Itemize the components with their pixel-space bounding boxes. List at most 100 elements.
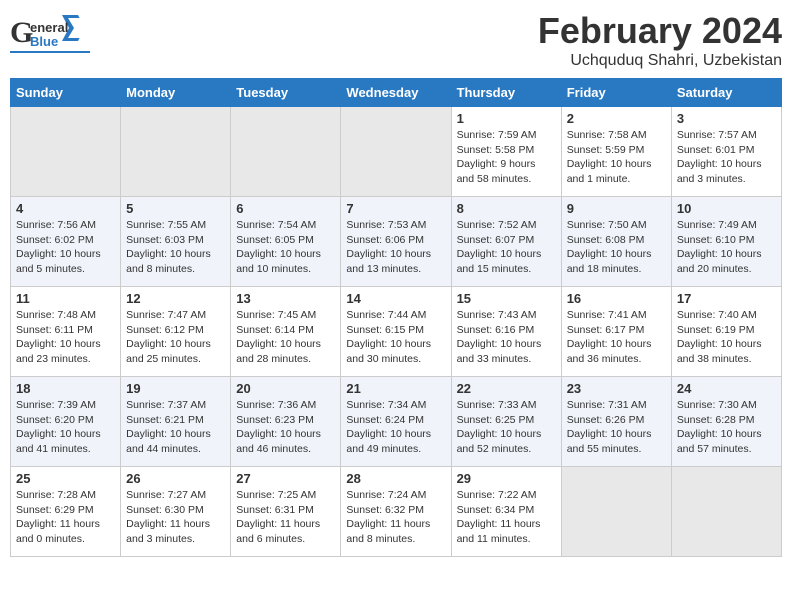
col-friday: Friday <box>561 79 671 107</box>
calendar-week-row: 18 Sunrise: 7:39 AMSunset: 6:20 PMDayligh… <box>11 377 782 467</box>
table-row: 12 Sunrise: 7:47 AMSunset: 6:12 PMDayligh… <box>121 287 231 377</box>
table-row: 28 Sunrise: 7:24 AMSunset: 6:32 PMDayligh… <box>341 467 451 557</box>
day-info: Sunrise: 7:49 AMSunset: 6:10 PMDaylight:… <box>677 218 776 277</box>
table-row: 13 Sunrise: 7:45 AMSunset: 6:14 PMDayligh… <box>231 287 341 377</box>
day-number: 3 <box>677 111 776 126</box>
day-info: Sunrise: 7:45 AMSunset: 6:14 PMDaylight:… <box>236 308 335 367</box>
day-info: Sunrise: 7:27 AMSunset: 6:30 PMDaylight:… <box>126 488 225 547</box>
day-number: 27 <box>236 471 335 486</box>
day-number: 18 <box>16 381 115 396</box>
table-row: 4 Sunrise: 7:56 AMSunset: 6:02 PMDaylight… <box>11 197 121 287</box>
day-number: 13 <box>236 291 335 306</box>
day-info: Sunrise: 7:47 AMSunset: 6:12 PMDaylight:… <box>126 308 225 367</box>
col-tuesday: Tuesday <box>231 79 341 107</box>
header: G eneral Blue February 2024 Uchquduq Sha… <box>10 10 782 70</box>
table-row: 3 Sunrise: 7:57 AMSunset: 6:01 PMDaylight… <box>671 107 781 197</box>
table-row: 2Sunrise: 7:58 AMSunset: 5:59 PMDaylight… <box>561 107 671 197</box>
svg-text:eneral: eneral <box>30 20 68 35</box>
day-number: 5 <box>126 201 225 216</box>
table-row: 6 Sunrise: 7:54 AMSunset: 6:05 PMDaylight… <box>231 197 341 287</box>
logo: G eneral Blue <box>10 10 90 53</box>
calendar-week-row: 4 Sunrise: 7:56 AMSunset: 6:02 PMDaylight… <box>11 197 782 287</box>
day-number: 23 <box>567 381 666 396</box>
day-info: Sunrise: 7:52 AMSunset: 6:07 PMDaylight:… <box>457 218 556 277</box>
day-info: Sunrise: 7:34 AMSunset: 6:24 PMDaylight:… <box>346 398 445 457</box>
day-info: Sunrise: 7:39 AMSunset: 6:20 PMDaylight:… <box>16 398 115 457</box>
table-row: 26 Sunrise: 7:27 AMSunset: 6:30 PMDayligh… <box>121 467 231 557</box>
day-number: 15 <box>457 291 556 306</box>
logo-svg: G eneral Blue <box>10 10 90 55</box>
table-row: 22 Sunrise: 7:33 AMSunset: 6:25 PMDayligh… <box>451 377 561 467</box>
day-info: Sunrise: 7:33 AMSunset: 6:25 PMDaylight:… <box>457 398 556 457</box>
table-row: 20Sunrise: 7:36 AMSunset: 6:23 PMDayligh… <box>231 377 341 467</box>
day-info: Sunrise: 7:50 AMSunset: 6:08 PMDaylight:… <box>567 218 666 277</box>
table-row: 21 Sunrise: 7:34 AMSunset: 6:24 PMDayligh… <box>341 377 451 467</box>
day-info: Sunrise: 7:24 AMSunset: 6:32 PMDaylight:… <box>346 488 445 547</box>
calendar-week-row: 11 Sunrise: 7:48 AMSunset: 6:11 PMDayligh… <box>11 287 782 377</box>
table-row: 18 Sunrise: 7:39 AMSunset: 6:20 PMDayligh… <box>11 377 121 467</box>
month-title: February 2024 <box>538 10 782 52</box>
day-info: Sunrise: 7:43 AMSunset: 6:16 PMDaylight:… <box>457 308 556 367</box>
day-info: Sunrise: 7:58 AMSunset: 5:59 PMDaylight:… <box>567 128 666 187</box>
table-row <box>11 107 121 197</box>
col-thursday: Thursday <box>451 79 561 107</box>
col-saturday: Saturday <box>671 79 781 107</box>
location-title: Uchquduq Shahri, Uzbekistan <box>538 52 782 70</box>
day-info: Sunrise: 7:55 AMSunset: 6:03 PMDaylight:… <box>126 218 225 277</box>
table-row: 5 Sunrise: 7:55 AMSunset: 6:03 PMDaylight… <box>121 197 231 287</box>
day-number: 7 <box>346 201 445 216</box>
table-row: 1Sunrise: 7:59 AMSunset: 5:58 PMDaylight… <box>451 107 561 197</box>
table-row <box>561 467 671 557</box>
day-number: 10 <box>677 201 776 216</box>
table-row: 14 Sunrise: 7:44 AMSunset: 6:15 PMDayligh… <box>341 287 451 377</box>
table-row: 25Sunrise: 7:28 AMSunset: 6:29 PMDayligh… <box>11 467 121 557</box>
day-info: Sunrise: 7:44 AMSunset: 6:15 PMDaylight:… <box>346 308 445 367</box>
table-row: 15 Sunrise: 7:43 AMSunset: 6:16 PMDayligh… <box>451 287 561 377</box>
table-row <box>341 107 451 197</box>
table-row <box>671 467 781 557</box>
day-number: 22 <box>457 381 556 396</box>
day-info: Sunrise: 7:53 AMSunset: 6:06 PMDaylight:… <box>346 218 445 277</box>
day-number: 19 <box>126 381 225 396</box>
table-row: 27 Sunrise: 7:25 AMSunset: 6:31 PMDayligh… <box>231 467 341 557</box>
day-info: Sunrise: 7:22 AMSunset: 6:34 PMDaylight:… <box>457 488 556 547</box>
day-number: 11 <box>16 291 115 306</box>
day-number: 16 <box>567 291 666 306</box>
table-row: 11 Sunrise: 7:48 AMSunset: 6:11 PMDayligh… <box>11 287 121 377</box>
table-row: 17Sunrise: 7:40 AMSunset: 6:19 PMDayligh… <box>671 287 781 377</box>
col-sunday: Sunday <box>11 79 121 107</box>
day-info: Sunrise: 7:54 AMSunset: 6:05 PMDaylight:… <box>236 218 335 277</box>
table-row: 7 Sunrise: 7:53 AMSunset: 6:06 PMDaylight… <box>341 197 451 287</box>
day-number: 6 <box>236 201 335 216</box>
calendar-week-row: 25Sunrise: 7:28 AMSunset: 6:29 PMDayligh… <box>11 467 782 557</box>
calendar-table: Sunday Monday Tuesday Wednesday Thursday… <box>10 78 782 557</box>
day-info: Sunrise: 7:57 AMSunset: 6:01 PMDaylight:… <box>677 128 776 187</box>
table-row <box>121 107 231 197</box>
day-info: Sunrise: 7:25 AMSunset: 6:31 PMDaylight:… <box>236 488 335 547</box>
day-number: 17 <box>677 291 776 306</box>
day-number: 14 <box>346 291 445 306</box>
col-monday: Monday <box>121 79 231 107</box>
day-info: Sunrise: 7:48 AMSunset: 6:11 PMDaylight:… <box>16 308 115 367</box>
day-number: 25 <box>16 471 115 486</box>
day-info: Sunrise: 7:31 AMSunset: 6:26 PMDaylight:… <box>567 398 666 457</box>
table-row <box>231 107 341 197</box>
day-number: 28 <box>346 471 445 486</box>
table-row: 23 Sunrise: 7:31 AMSunset: 6:26 PMDayligh… <box>561 377 671 467</box>
day-info: Sunrise: 7:41 AMSunset: 6:17 PMDaylight:… <box>567 308 666 367</box>
table-row: 10 Sunrise: 7:49 AMSunset: 6:10 PMDayligh… <box>671 197 781 287</box>
day-number: 4 <box>16 201 115 216</box>
day-number: 21 <box>346 381 445 396</box>
day-info: Sunrise: 7:37 AMSunset: 6:21 PMDaylight:… <box>126 398 225 457</box>
title-area: February 2024 Uchquduq Shahri, Uzbekista… <box>538 10 782 70</box>
day-number: 12 <box>126 291 225 306</box>
col-wednesday: Wednesday <box>341 79 451 107</box>
day-number: 29 <box>457 471 556 486</box>
day-info: Sunrise: 7:56 AMSunset: 6:02 PMDaylight:… <box>16 218 115 277</box>
calendar-header-row: Sunday Monday Tuesday Wednesday Thursday… <box>11 79 782 107</box>
day-number: 20 <box>236 381 335 396</box>
day-number: 26 <box>126 471 225 486</box>
table-row: 19 Sunrise: 7:37 AMSunset: 6:21 PMDayligh… <box>121 377 231 467</box>
table-row: 8Sunrise: 7:52 AMSunset: 6:07 PMDaylight… <box>451 197 561 287</box>
table-row: 16 Sunrise: 7:41 AMSunset: 6:17 PMDayligh… <box>561 287 671 377</box>
